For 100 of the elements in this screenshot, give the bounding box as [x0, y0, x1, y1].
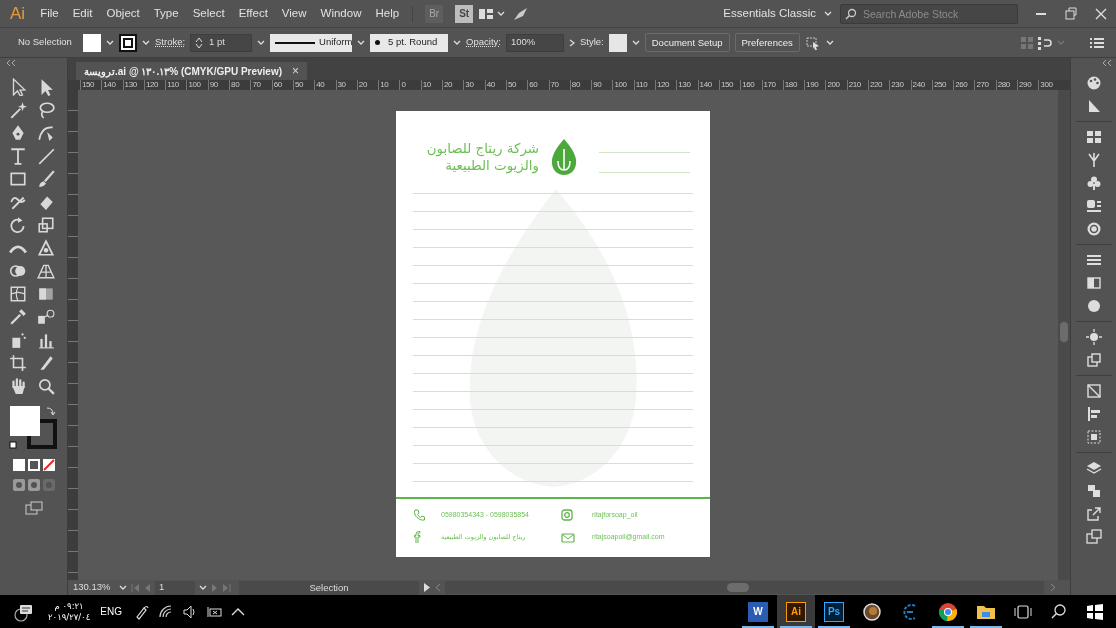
taskbar-app-button[interactable]: W	[739, 595, 777, 628]
type-icon[interactable]	[8, 147, 27, 165]
opacity-label[interactable]: Opacity:	[466, 35, 501, 50]
shape-builder-icon[interactable]	[8, 262, 27, 280]
search-field[interactable]: Search Adobe Stock	[840, 3, 1018, 24]
draw-normal-icon[interactable]	[12, 479, 25, 491]
brush-dropdown[interactable]: 5 pt. Round	[370, 33, 449, 52]
square-icon[interactable]	[1085, 275, 1102, 291]
artboards-icon[interactable]	[1085, 483, 1102, 499]
windows-icon[interactable]	[1086, 602, 1104, 621]
clock[interactable]: ٠٩:٢١ م ٢٠١٩/٢٧/٠٤	[42, 600, 97, 623]
menu-item[interactable]: Effect	[231, 4, 275, 23]
club-icon[interactable]	[1085, 175, 1102, 191]
opacity-field[interactable]: 100%	[505, 33, 564, 52]
select-similar-icon[interactable]	[804, 35, 821, 50]
facebook-icon	[413, 531, 421, 544]
app-logo: Ai	[10, 2, 26, 25]
puppet-warp-icon[interactable]	[36, 239, 55, 257]
scrollbar-thumb[interactable]	[727, 583, 749, 592]
artboard-icon[interactable]	[8, 354, 27, 372]
fill-stroke-swatch[interactable]	[8, 405, 59, 451]
gradient-mode-icon[interactable]	[27, 459, 40, 471]
stroke-label[interactable]: Stroke:	[155, 35, 186, 50]
scrollbar-thumb[interactable]	[1060, 322, 1068, 342]
horizontal-scrollbar[interactable]	[445, 581, 1044, 594]
perspective-grid-icon[interactable]	[36, 262, 55, 280]
list-menu-icon[interactable]	[1090, 36, 1104, 49]
links-icon[interactable]	[1085, 506, 1102, 522]
spinner-icon[interactable]	[195, 36, 204, 49]
chevron-right-icon[interactable]	[568, 38, 575, 47]
align-icon[interactable]	[1038, 35, 1052, 50]
play-icon[interactable]	[423, 583, 431, 592]
styles-icon[interactable]	[1085, 198, 1102, 214]
stroke-swatch[interactable]	[119, 33, 137, 52]
chrome-icon	[938, 601, 958, 622]
scale-icon[interactable]	[36, 216, 55, 234]
transform-icon[interactable]	[1085, 383, 1102, 399]
screen-mode-icon[interactable]	[24, 501, 43, 515]
swatches-icon[interactable]	[1085, 129, 1102, 145]
sun-icon[interactable]	[1085, 329, 1102, 345]
toolbar-button[interactable]: Preferences	[734, 33, 800, 52]
palette-icon[interactable]	[1085, 75, 1102, 91]
feather-icon[interactable]	[513, 6, 530, 21]
rectangle-icon[interactable]	[8, 170, 27, 188]
collapse-icon[interactable]	[1102, 60, 1112, 66]
workspace-switcher[interactable]: Essentials Classic	[715, 4, 824, 23]
screen-icon[interactable]	[1085, 529, 1102, 545]
vertical-scrollbar[interactable]	[1058, 90, 1070, 580]
menu-item[interactable]: Select	[185, 4, 232, 23]
document-tab[interactable]: ترويسة.ai @ ١٣٠.١٣% (CMYK/GPU Preview) ×	[76, 62, 308, 80]
bar-graph-icon[interactable]	[36, 331, 55, 349]
align-left-icon[interactable]	[1085, 406, 1102, 422]
rings-icon[interactable]	[1085, 221, 1102, 237]
menu-item[interactable]: View	[274, 4, 314, 23]
stroke-profile-dropdown[interactable]: Uniform	[270, 33, 353, 52]
wifi-icon[interactable]	[157, 603, 174, 620]
menu-item[interactable]: Window	[313, 4, 369, 23]
artboard-number-field[interactable]: 1	[155, 580, 195, 595]
lines-icon[interactable]	[1085, 252, 1102, 268]
globe-icon	[862, 601, 882, 622]
gradient-icon[interactable]	[36, 285, 55, 303]
menu-item[interactable]: Object	[99, 4, 147, 23]
mesh-icon[interactable]	[8, 285, 27, 303]
rotate-icon[interactable]	[8, 216, 27, 234]
layout-grid-icon[interactable]	[479, 7, 494, 20]
circle-icon[interactable]	[1085, 298, 1102, 314]
menu-item[interactable]: File	[33, 4, 66, 23]
export-icon[interactable]	[1085, 352, 1102, 368]
current-tool-field[interactable]: Selection	[239, 580, 419, 595]
taskbar-app-button[interactable]: Ps	[815, 595, 853, 628]
language-indicator[interactable]: ENG	[100, 604, 122, 619]
menu-item[interactable]: Help	[368, 4, 407, 23]
volume-icon[interactable]	[181, 603, 198, 620]
taskbar-app-button[interactable]: Ai	[777, 595, 815, 628]
paintbrush-icon[interactable]	[36, 170, 55, 188]
fill-swatch[interactable]	[83, 33, 101, 52]
pathfinder-icon[interactable]	[1085, 429, 1102, 445]
task-view-icon[interactable]	[1014, 602, 1032, 621]
search-icon[interactable]	[1050, 602, 1068, 621]
style-swatch[interactable]	[608, 33, 627, 52]
stock-button[interactable]: St	[455, 4, 474, 23]
menu-item[interactable]: Type	[146, 4, 186, 23]
eyedropper-icon[interactable]	[8, 308, 27, 326]
layers-icon[interactable]	[1085, 460, 1102, 476]
line-icon[interactable]	[36, 147, 55, 165]
restore-icon[interactable]	[1063, 5, 1079, 22]
menu-item[interactable]: Edit	[65, 4, 100, 23]
brush-fan-icon[interactable]	[1085, 152, 1102, 168]
stroke-weight-field[interactable]: 1 pt	[190, 33, 253, 52]
tab-close-button[interactable]: ×	[292, 65, 300, 77]
draw-behind-icon[interactable]	[27, 479, 40, 491]
magic-wand-icon[interactable]	[8, 101, 27, 119]
collapse-icon[interactable]	[6, 60, 16, 66]
zoom-icon[interactable]	[36, 377, 55, 395]
curvature-icon[interactable]	[36, 124, 55, 142]
company-name-line: والزيوت الطبيعية	[444, 157, 539, 174]
blend-icon[interactable]	[36, 308, 55, 326]
toolbar-button[interactable]: Document Setup	[644, 33, 730, 52]
none-mode-icon[interactable]	[42, 459, 55, 471]
color-mode-icon[interactable]	[12, 459, 25, 471]
